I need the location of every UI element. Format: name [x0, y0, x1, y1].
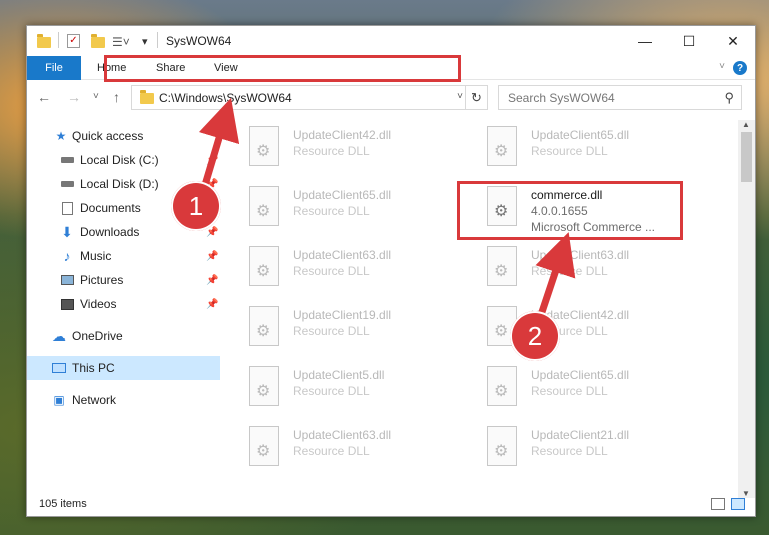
annotation-arrows [198, 97, 576, 320]
step-badge-1: 1 [171, 181, 221, 231]
arrow-1 [198, 97, 240, 187]
arrow-2 [535, 232, 576, 320]
step-badge-2: 2 [510, 311, 560, 361]
